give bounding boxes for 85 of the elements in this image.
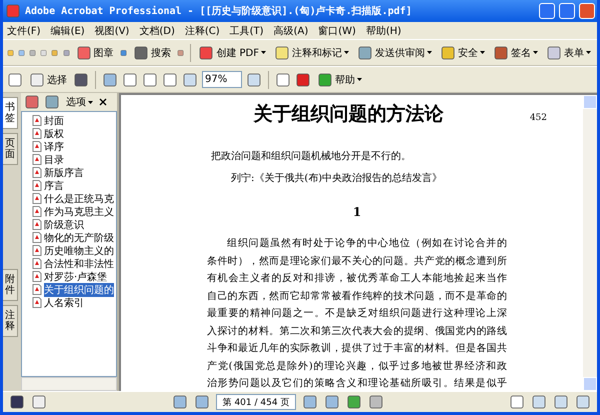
close-button[interactable] [579, 3, 595, 19]
caret-icon [344, 51, 349, 54]
epigraph-text: 把政治问题和组织问题机械地分开是不行的。 [211, 150, 411, 163]
bookmark-item[interactable]: 对罗莎·卢森堡 [44, 270, 108, 284]
maximize-button[interactable] [559, 3, 575, 19]
menu-item[interactable]: 编辑(E) [50, 24, 85, 38]
bookmark-item[interactable]: 作为马克思主义 [44, 204, 114, 218]
side-tab[interactable]: 注释 [3, 305, 18, 337]
caret-icon [357, 78, 362, 81]
bookmark-item[interactable]: 合法性和非法性 [44, 256, 114, 270]
pdf-page-icon [32, 258, 42, 269]
pdf-page-icon [32, 297, 42, 308]
page-field[interactable]: 第 401 / 454 页 [216, 394, 296, 410]
section-number: 1 [352, 205, 362, 219]
bookmark-item[interactable]: 物化的无产阶级 [44, 230, 114, 244]
pdf-page-icon [32, 141, 42, 152]
menu-item[interactable]: 文档(D) [139, 24, 175, 38]
bookmark-item[interactable]: 新版序言 [44, 166, 84, 180]
menu-item[interactable]: 高级(A) [274, 24, 308, 38]
help-button[interactable]: 帮助 [315, 70, 364, 88]
close-icon[interactable] [99, 98, 107, 106]
side-tab[interactable]: 书签 [3, 97, 18, 129]
search-button[interactable]: 搜索 [130, 44, 173, 62]
pdf-page-icon [32, 271, 42, 282]
caret-icon [532, 51, 538, 54]
bookmark-item[interactable]: 什么是正统马克 [44, 192, 114, 206]
horizontal-scrollbar[interactable] [21, 377, 117, 391]
pdf-page-icon [32, 232, 42, 243]
side-tab[interactable]: 页面 [3, 133, 18, 165]
body-text-line: 条件时），然而是理论家们最不关心的问题。共产党的概念遭到所 [207, 254, 507, 268]
bookmark-item[interactable]: 序言 [44, 178, 64, 192]
security-button[interactable]: 安全 [438, 44, 487, 62]
bookmark-item[interactable]: 译序 [44, 140, 64, 154]
create-pdf-button[interactable]: 创建 PDF [196, 44, 268, 62]
menu-item[interactable]: 工具(T) [230, 24, 264, 38]
body-text-line: 产党(俄国党总是除外)的理论兴趣，似乎过多地被世界经济和政 [207, 360, 507, 374]
zoom-field[interactable]: 97% [202, 71, 242, 88]
comment-button[interactable]: 注释和标记 [272, 44, 351, 62]
menu-item[interactable]: 文件(F) [7, 24, 41, 38]
bookmark-item[interactable]: 阶级意识 [44, 218, 84, 232]
pdf-page-icon [32, 154, 42, 165]
options-button[interactable]: 选项 [64, 94, 95, 110]
pdf-page-icon [32, 284, 42, 295]
caret-icon [426, 51, 432, 54]
pdf-page-icon [32, 206, 42, 217]
body-text-line: 组织问题虽然有时处于论争的中心地位（例如在讨论合并的 [227, 236, 507, 251]
pdf-page-icon [32, 245, 42, 256]
bookmark-item[interactable]: 封面 [44, 114, 64, 128]
body-text-line: 自己的东西，然而它却常常被看作纯粹的技术问题，而不是革命的 [207, 290, 507, 304]
pdf-page-icon [32, 219, 42, 230]
forms-button[interactable]: 表单 [544, 44, 593, 62]
body-text-line: 治形势问题以及它们的策略含义和理论基础所吸引。结果是似乎 [207, 376, 507, 391]
caret-icon [260, 51, 266, 54]
pdf-page-icon [32, 180, 42, 191]
bookmark-item[interactable]: 版权 [44, 126, 64, 140]
side-tab[interactable]: 附件 [3, 269, 18, 301]
minimize-button[interactable] [539, 3, 555, 19]
pdf-page-icon [32, 128, 42, 139]
vertical-scrollbar[interactable] [583, 95, 597, 391]
bookmark-item[interactable]: 目录 [44, 152, 64, 166]
pdf-page-icon [32, 193, 42, 204]
bookmark-item[interactable]: 人名索引 [44, 296, 84, 310]
stamp-button[interactable]: 图章 [74, 44, 116, 62]
body-text-line: 最重要的精神问题之一。不是缺乏对组织问题进行这种理论上深 [207, 306, 507, 321]
menu-item[interactable]: 帮助(H) [366, 24, 402, 38]
sign-button[interactable]: 签名 [490, 44, 540, 62]
body-text-line: 有机会主义者的反对和排谤，被优秀革命工人本能地捡起来当作 [207, 272, 507, 286]
caret-icon [88, 100, 93, 104]
menu-item[interactable]: 视图(V) [94, 24, 130, 38]
pdf-page-icon [32, 167, 42, 178]
epigraph-text: 列宁:《关于俄共(布)中央政治报告的总结发言》 [231, 172, 442, 185]
pdf-page-icon [32, 115, 42, 126]
page-number: 452 [530, 113, 547, 123]
caret-icon [586, 51, 591, 54]
menu-item[interactable]: 窗口(W) [318, 24, 356, 38]
caret-icon [480, 51, 485, 54]
menu-item[interactable]: 注释(C) [184, 24, 220, 38]
body-text-line: 入探讨的材料。第二次和第三次代表大会的提纲、俄国党内的路线 [207, 324, 507, 338]
bookmark-item[interactable]: 历史唯物主义的 [44, 244, 114, 258]
review-button[interactable]: 发送供审阅 [354, 44, 434, 62]
select-button[interactable]: 选择 [27, 70, 69, 88]
body-text-line: 斗争和最近几年的实际教训，提供了过于丰富的材料。但是各国共 [207, 342, 507, 356]
bookmark-item[interactable]: 关于组织问题的 [44, 282, 114, 296]
window-title: Adobe Acrobat Professional - [[历史与阶级意识].(匈)卢卡奇.扫描版.pdf] [25, 4, 413, 18]
chapter-title: 关于组织问题的方法论 [252, 102, 444, 127]
